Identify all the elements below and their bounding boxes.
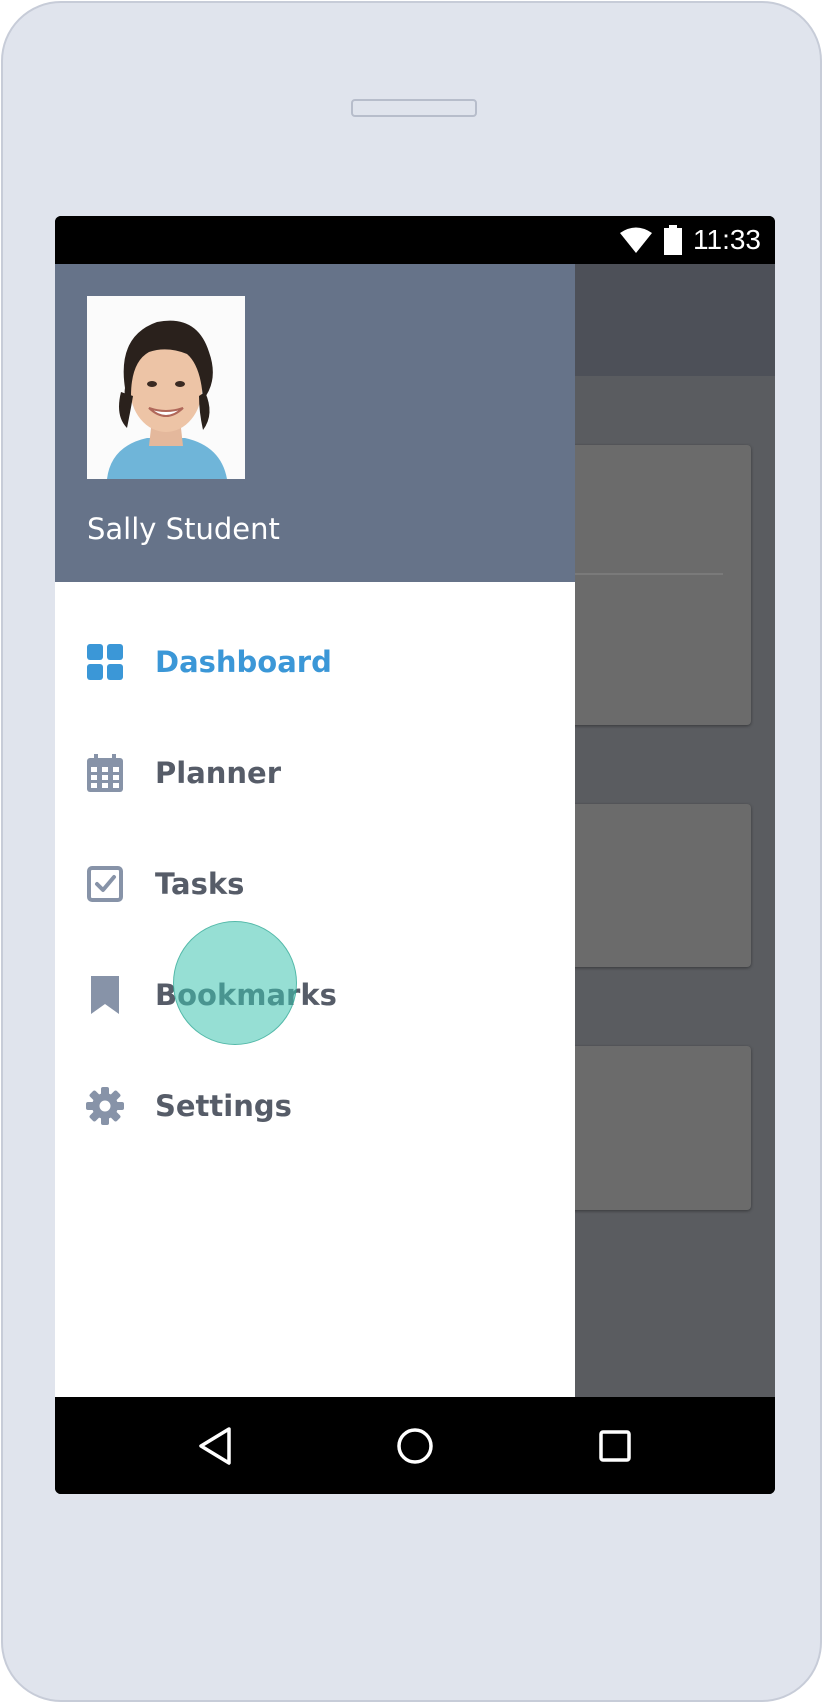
- avatar-photo: [87, 296, 245, 479]
- app-area: e e: [55, 264, 775, 1397]
- navigation-drawer: Sally Student Dashboard Planner Tasks Bo…: [55, 264, 575, 1397]
- back-icon: [199, 1426, 231, 1465]
- home-button[interactable]: [355, 1397, 475, 1494]
- home-icon: [397, 1427, 433, 1464]
- device-screen: 11:33 e e: [55, 216, 775, 1494]
- bookmark-icon: [85, 975, 125, 1015]
- phone-speaker: [351, 99, 477, 117]
- dashboard-grid-icon: [85, 642, 125, 682]
- status-bar: 11:33: [55, 216, 775, 264]
- status-icons: 11:33: [619, 216, 761, 264]
- drawer-header: Sally Student: [55, 264, 575, 582]
- menu-item-label: Bookmarks: [155, 977, 337, 1012]
- battery-icon: [664, 225, 682, 255]
- avatar[interactable]: [87, 296, 245, 479]
- user-name: Sally Student: [87, 512, 280, 546]
- back-button[interactable]: [155, 1397, 275, 1494]
- menu-item-label: Settings: [155, 1088, 292, 1123]
- menu-item-label: Dashboard: [155, 644, 332, 679]
- menu-item-bookmarks[interactable]: Bookmarks: [55, 939, 575, 1050]
- menu-item-settings[interactable]: Settings: [55, 1050, 575, 1161]
- checkbox-icon: [85, 864, 125, 904]
- wifi-icon: [620, 227, 652, 253]
- menu-item-tasks[interactable]: Tasks: [55, 828, 575, 939]
- calendar-icon: [85, 753, 125, 793]
- navigation-bar: [55, 1397, 775, 1494]
- recents-icon: [599, 1429, 631, 1462]
- menu-item-label: Tasks: [155, 866, 245, 901]
- recents-button[interactable]: [555, 1397, 675, 1494]
- menu-item-dashboard[interactable]: Dashboard: [55, 606, 575, 717]
- gear-icon: [85, 1086, 125, 1126]
- menu-item-planner[interactable]: Planner: [55, 717, 575, 828]
- status-time: 11:33: [693, 224, 761, 255]
- phone-frame: 11:33 e e: [1, 1, 822, 1702]
- menu-item-label: Planner: [155, 755, 282, 790]
